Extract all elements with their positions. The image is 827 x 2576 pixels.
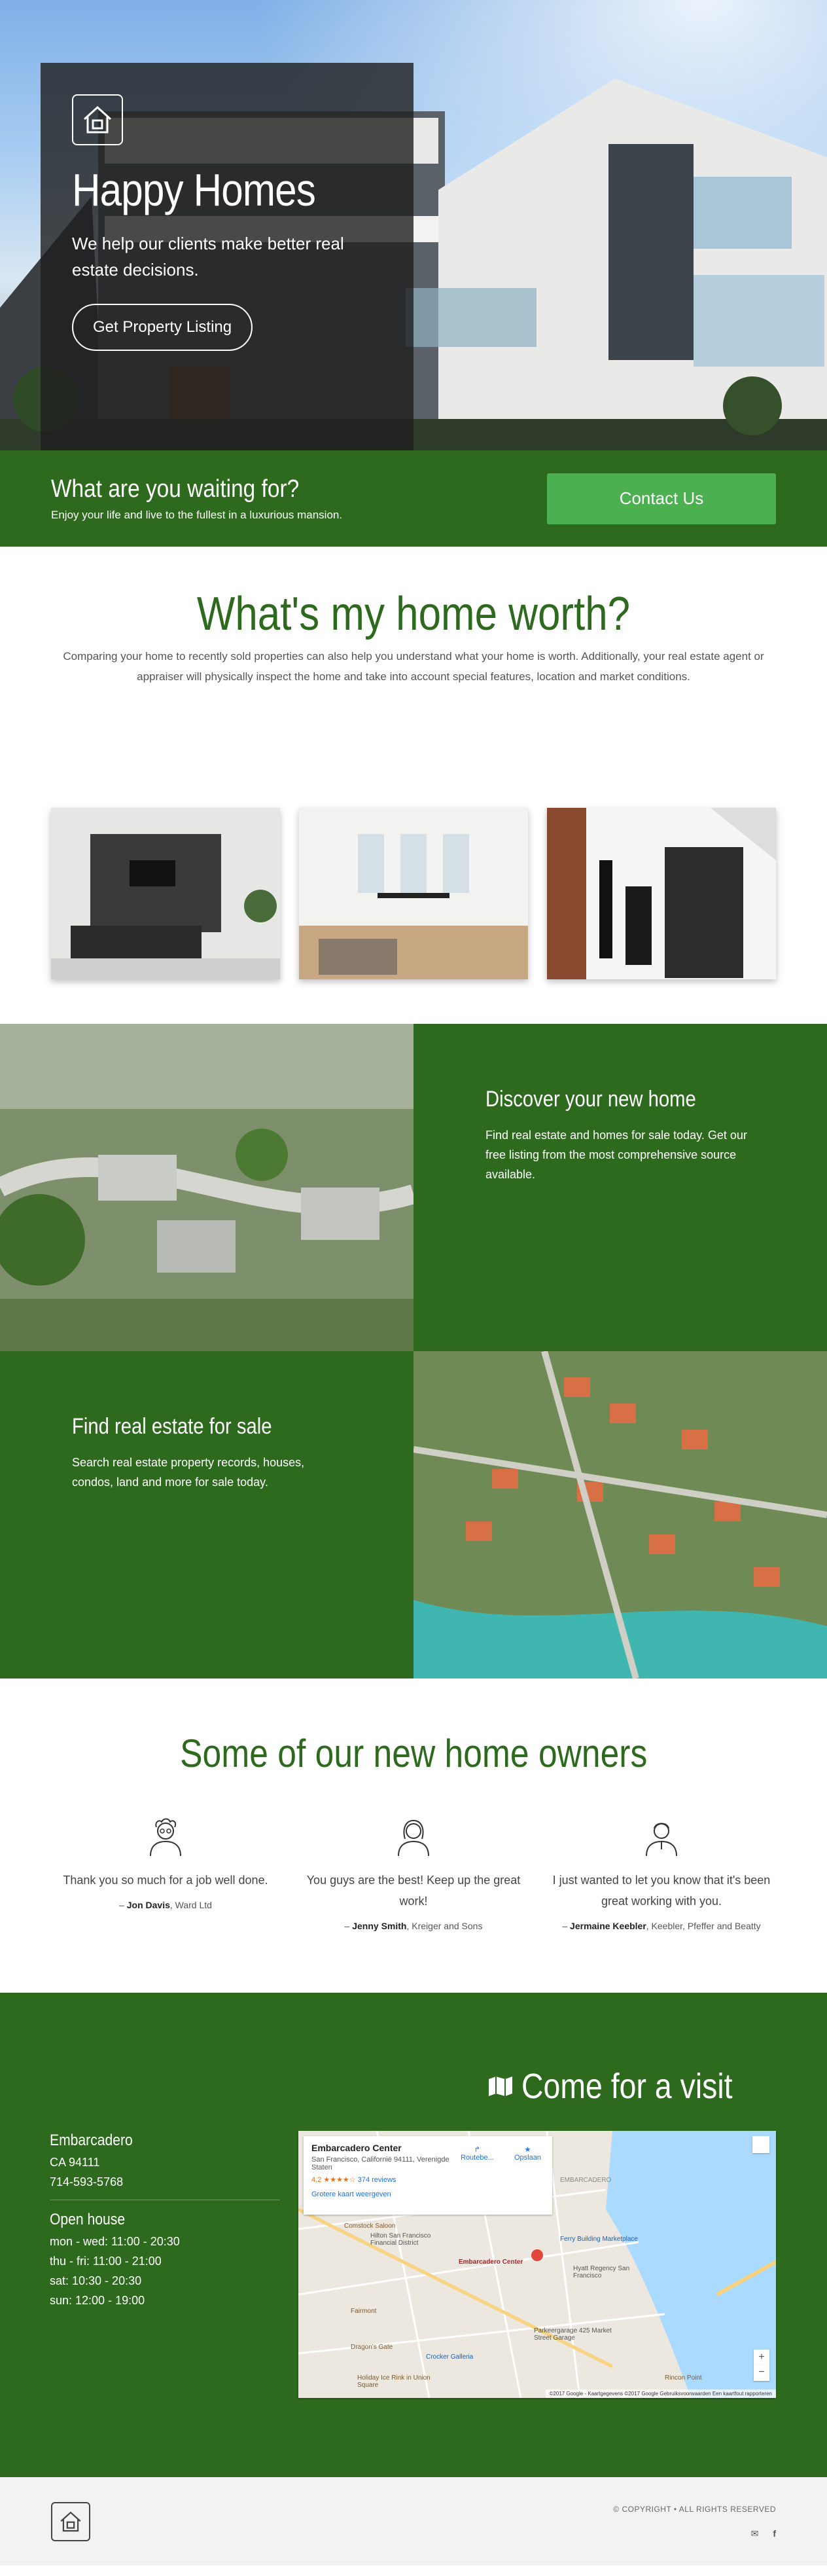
testimonial-card: Thank you so much for a job well done. –… (51, 1817, 280, 1931)
find-section: Find real estate for sale Search real es… (0, 1351, 827, 1678)
map-place-card: Embarcadero Center San Francisco, Califo… (304, 2136, 552, 2215)
testimonials-section: Some of our new home owners Thank you so… (0, 1678, 827, 1931)
get-property-listing-button[interactable]: Get Property Listing (72, 304, 253, 351)
map-icon (488, 2077, 512, 2096)
save-button[interactable]: ★ Opslaan (514, 2145, 541, 2162)
testimonial-author: – Jon Davis, Ward Ltd (119, 1900, 212, 1910)
hours-line: sun: 12:00 - 19:00 (50, 2294, 145, 2307)
google-map[interactable]: Embarcadero Center San Francisco, Califo… (298, 2131, 776, 2398)
map-label: Parkeergarage 425 Market Street Garage (534, 2327, 612, 2342)
hero-title: Happy Homes (72, 164, 316, 215)
visit-section: Come for a visit Embarcadero CA 94111 71… (0, 1993, 827, 2477)
man-avatar-icon (646, 1823, 677, 1857)
zoom-in-button[interactable]: + (754, 2349, 769, 2365)
footer-house-icon[interactable] (51, 2502, 90, 2541)
directions-icon: ↱ (474, 2146, 480, 2154)
find-title: Find real estate for sale (72, 1414, 272, 1439)
footer: © COPYRIGHT • ALL RIGHTS RESERVED ✉ f (0, 2477, 827, 2566)
interior-gallery (0, 808, 827, 979)
map-label: Embarcadero Center (459, 2259, 523, 2266)
zoom-out-button[interactable]: − (754, 2365, 769, 2381)
mail-icon[interactable]: ✉ (751, 2528, 759, 2539)
testimonial-card: You guys are the best! Keep up the great… (299, 1817, 528, 1931)
visit-title: Come for a visit (487, 2066, 767, 2107)
route-button[interactable]: ↱ Routebe... (461, 2145, 494, 2162)
discover-panel: Discover your new home Find real estate … (414, 1024, 827, 1351)
map-label: Holiday Ice Rink in Union Square (357, 2374, 431, 2389)
discover-text: Find real estate and homes for sale toda… (485, 1129, 747, 1181)
street-view-icon[interactable] (752, 2136, 769, 2153)
map-label: Hyatt Regency San Francisco (573, 2265, 630, 2279)
map-label: Dragon's Gate (351, 2344, 393, 2351)
address-line: CA 94111 (50, 2156, 100, 2169)
map-label: Hilton San Francisco Financial District (370, 2232, 431, 2247)
hours-line: thu - fri: 11:00 - 21:00 (50, 2255, 162, 2268)
woman-avatar-icon (398, 1819, 429, 1857)
larger-map-link[interactable]: Grotere kaart weergeven (311, 2190, 544, 2198)
hours-line: mon - wed: 11:00 - 20:30 (50, 2235, 180, 2248)
find-panel: Find real estate for sale Search real es… (0, 1351, 414, 1678)
copyright-text: © COPYRIGHT • ALL RIGHTS RESERVED (613, 2505, 776, 2514)
house-icon[interactable] (72, 94, 123, 145)
living-room-image (51, 808, 280, 979)
testimonials-title: Some of our new home owners (179, 1732, 648, 1775)
find-text: Search real estate property records, hou… (72, 1456, 305, 1489)
map-label: Ferry Building Marketplace (560, 2236, 638, 2243)
discover-section: Discover your new home Find real estate … (0, 1024, 827, 1351)
map-reviews-link[interactable]: 374 reviews (358, 2176, 396, 2184)
hero-subtitle: We help our clients make better real est… (72, 234, 344, 280)
dining-room-image (299, 808, 528, 979)
hero-section: Happy Homes We help our clients make bet… (0, 0, 827, 450)
location-name: Embarcadero (50, 2132, 133, 2149)
map-label: Rincon Point (665, 2374, 702, 2382)
hero-panel: Happy Homes We help our clients make bet… (41, 63, 414, 450)
map-label: EMBARCADERO (560, 2177, 612, 2184)
map-label: Comstock Saloon (344, 2222, 396, 2230)
modern-interior-image (547, 808, 776, 979)
scientist-avatar-icon (150, 1818, 181, 1857)
testimonial-author: – Jermaine Keebler, Keebler, Pfeffer and… (562, 1921, 761, 1931)
testimonial-quote: I just wanted to let you know that it's … (552, 1874, 771, 1908)
testimonial-quote: Thank you so much for a job well done. (63, 1874, 268, 1887)
map-label: Crocker Galleria (426, 2353, 474, 2361)
aerial-neighborhood-image (0, 1024, 414, 1351)
cta-title: What are you waiting for? (51, 475, 300, 503)
testimonial-quote: You guys are the best! Keep up the great… (306, 1874, 521, 1908)
contact-us-button[interactable]: Contact Us (547, 473, 776, 524)
contact-info: Embarcadero CA 94111 714-593-5768 Open h… (50, 2132, 280, 2310)
testimonial-author: – Jenny Smith, Kreiger and Sons (344, 1921, 483, 1931)
map-attribution: ©2017 Google - Kaartgegevens ©2017 Googl… (545, 2389, 776, 2398)
map-label: Fairmont (351, 2308, 377, 2315)
cta-subtitle: Enjoy your life and live to the fullest … (51, 509, 343, 521)
aerial-coast-image (414, 1351, 827, 1678)
hours-line: sat: 10:30 - 20:30 (50, 2274, 142, 2287)
open-house-title: Open house (50, 2211, 126, 2228)
star-icon: ★ (524, 2146, 531, 2154)
home-worth-title: What's my home worth? (196, 588, 631, 640)
cta-banner: What are you waiting for? Enjoy your lif… (0, 450, 827, 547)
testimonial-card: I just wanted to let you know that it's … (547, 1817, 776, 1931)
phone-number[interactable]: 714-593-5768 (50, 2172, 280, 2192)
home-worth-section: What's my home worth? Comparing your hom… (0, 547, 827, 687)
home-worth-text: Comparing your home to recently sold pro… (63, 650, 764, 683)
discover-title: Discover your new home (485, 1087, 696, 1112)
facebook-icon[interactable]: f (773, 2528, 776, 2539)
